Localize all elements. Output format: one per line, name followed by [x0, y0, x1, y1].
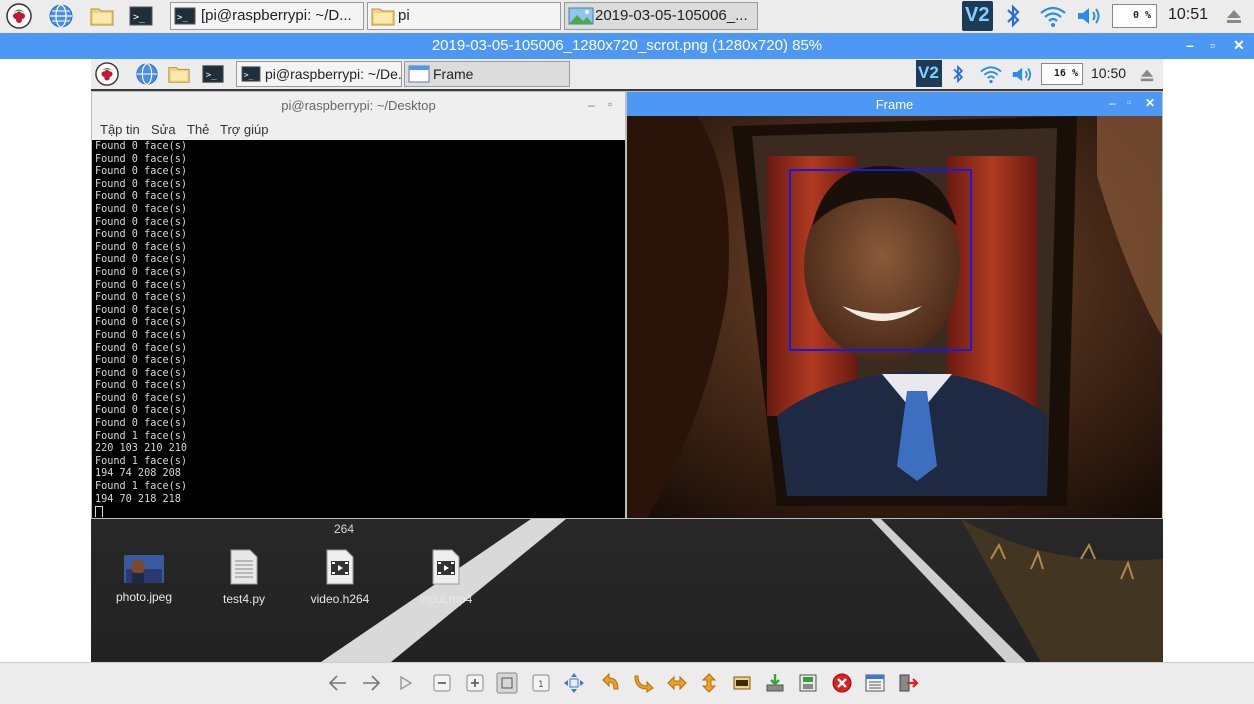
taskbar-task-label: [pi@raspberrypi: ~/D... — [201, 7, 352, 24]
taskbar-task-terminal[interactable]: >_ [pi@raspberrypi: ~/D... — [170, 2, 364, 30]
back-icon[interactable] — [327, 672, 349, 694]
open-file-icon[interactable] — [731, 672, 753, 694]
web-browser-icon[interactable] — [48, 3, 74, 29]
close-button[interactable]: ✕ — [1233, 37, 1245, 54]
bluetooth-icon[interactable] — [1004, 3, 1022, 29]
desktop-icon-photo: photo.jpeg — [99, 555, 189, 604]
wifi-icon — [980, 66, 1002, 84]
terminal-title: pi@raspberrypi: ~/Desktop — [281, 98, 436, 113]
inner-task-terminal: >_ pi@raspberrypi: ~/De... — [236, 61, 402, 87]
menu-edit: Sửa — [151, 122, 176, 137]
eject-icon[interactable] — [1225, 7, 1243, 25]
svg-text:>_: >_ — [177, 13, 188, 23]
raspberry-menu-icon[interactable] — [6, 3, 32, 29]
camera-frame — [627, 116, 1162, 518]
terminal-cursor — [95, 506, 103, 517]
exit-icon[interactable] — [897, 672, 919, 694]
zoom-fit-icon[interactable] — [496, 672, 518, 694]
video-file-icon — [432, 549, 460, 585]
clock[interactable]: 10:51 — [1168, 6, 1208, 24]
text-file-icon — [230, 549, 258, 585]
terminal-launcher-icon: >_ — [202, 65, 224, 83]
eject-icon — [1140, 69, 1154, 82]
cpu-usage-monitor: 16 % — [1041, 63, 1083, 85]
terminal-output: Found 0 face(s) Found 0 face(s) Found 0 … — [95, 141, 623, 517]
file-manager-icon[interactable] — [89, 3, 115, 29]
frame-titlebar: Frame – ▫ ✕ — [627, 92, 1162, 116]
zoom-original-icon[interactable]: 1 — [530, 672, 552, 694]
bluetooth-icon — [953, 64, 964, 84]
terminal-titlebar: pi@raspberrypi: ~/Desktop – ▫ — [92, 92, 625, 118]
window-title: 2019-03-05-105006_1280x720_scrot.png (12… — [431, 37, 823, 54]
terminal-menubar: Tập tin Sửa Thẻ Trợ giúp — [92, 118, 625, 140]
svg-text:>_: >_ — [133, 12, 146, 23]
save-as-icon[interactable] — [797, 672, 819, 694]
close-icon: ✕ — [1145, 96, 1156, 110]
zoom-in-icon[interactable] — [464, 672, 486, 694]
flip-horizontal-icon[interactable] — [666, 672, 688, 694]
vnc-server-icon: V2 — [916, 60, 942, 87]
window-icon — [408, 65, 430, 83]
terminal-launcher-icon[interactable]: >_ — [128, 3, 154, 29]
cpu-usage-monitor[interactable]: 0 % — [1112, 4, 1157, 28]
web-browser-icon — [136, 63, 158, 85]
minimize-icon: – — [588, 98, 595, 112]
menu-file: Tập tin — [100, 122, 140, 137]
viewer-toolbar: 1 — [0, 662, 1254, 704]
frame-title: Frame — [875, 97, 914, 112]
image-file-icon — [124, 555, 164, 583]
desktop-icon-video-h264: video.h264 — [295, 549, 385, 606]
rotate-left-icon[interactable] — [601, 672, 623, 694]
terminal-icon: >_ — [241, 66, 261, 82]
forward-icon[interactable] — [360, 672, 382, 694]
minimize-icon: – — [1109, 96, 1116, 110]
face-detection-box — [789, 169, 972, 351]
taskbar-task-label: pi — [398, 7, 410, 24]
maximize-icon: ▫ — [608, 97, 613, 111]
video-file-icon — [326, 549, 354, 585]
desktop-label-264: 264 — [334, 522, 355, 536]
menu-help: Trợ giúp — [220, 122, 269, 137]
wifi-icon[interactable] — [1038, 4, 1068, 28]
zoom-out-icon[interactable] — [431, 672, 453, 694]
clock: 10:50 — [1091, 65, 1127, 81]
svg-text:>_: >_ — [206, 70, 218, 81]
menu-tabs: Thẻ — [187, 122, 210, 137]
fullscreen-icon[interactable] — [563, 672, 585, 694]
svg-text:1: 1 — [538, 680, 544, 690]
image-canvas[interactable]: >_ >_ pi@raspberrypi: ~/De... Frame V2 1… — [0, 59, 1254, 662]
maximize-button[interactable]: ▫ — [1210, 37, 1215, 53]
vnc-server-icon[interactable]: V2 — [962, 1, 993, 31]
folder-icon — [371, 8, 395, 26]
minimize-button[interactable]: – — [1186, 37, 1194, 53]
terminal-window: pi@raspberrypi: ~/Desktop – ▫ Tập tin Sử… — [91, 91, 626, 519]
play-icon[interactable] — [395, 672, 417, 694]
taskbar-task-label: 2019-03-05-105006_... — [595, 7, 748, 24]
volume-icon — [1012, 67, 1032, 82]
outer-taskbar: >_ >_ [pi@raspberrypi: ~/D... pi 2019-03… — [0, 0, 1254, 34]
flip-vertical-icon[interactable] — [698, 672, 720, 694]
file-manager-icon — [168, 67, 190, 83]
displayed-screenshot: >_ >_ pi@raspberrypi: ~/De... Frame V2 1… — [91, 59, 1163, 662]
svg-text:>_: >_ — [244, 70, 254, 80]
taskbar-task-folder[interactable]: pi — [367, 2, 561, 30]
raspberry-menu-icon — [95, 62, 119, 86]
terminal-icon: >_ — [174, 7, 196, 25]
inner-task-frame: Frame — [404, 61, 570, 87]
taskbar-task-image-viewer[interactable]: 2019-03-05-105006_... — [564, 2, 758, 30]
volume-icon[interactable] — [1076, 6, 1104, 26]
frame-window: Frame – ▫ ✕ — [626, 91, 1163, 519]
viewer-titlebar[interactable]: 2019-03-05-105006_1280x720_scrot.png (12… — [0, 33, 1254, 59]
delete-icon[interactable] — [831, 672, 853, 694]
save-icon[interactable] — [764, 672, 786, 694]
desktop-icon-test4: test4.py — [199, 549, 289, 606]
maximize-icon: ▫ — [1127, 95, 1132, 109]
desktop-icon-input-mp4: input.mp4 — [401, 549, 491, 606]
preferences-icon[interactable] — [864, 672, 886, 694]
inner-taskbar: >_ >_ pi@raspberrypi: ~/De... Frame V2 1… — [91, 59, 1163, 90]
image-icon — [568, 7, 594, 25]
rotate-right-icon[interactable] — [633, 672, 655, 694]
